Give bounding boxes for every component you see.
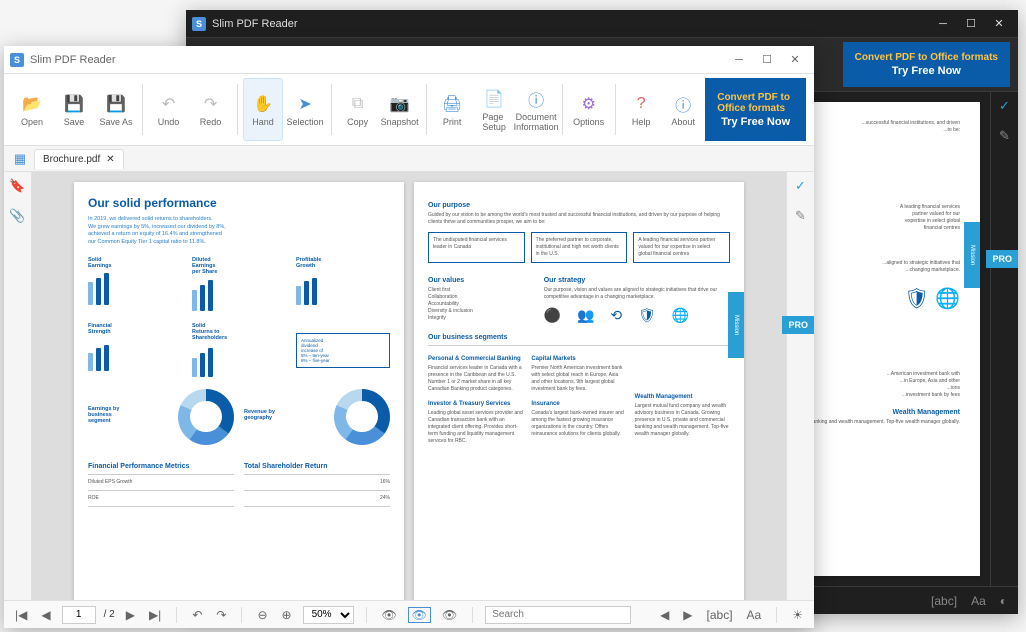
saveas-button[interactable]: 💾Save As bbox=[96, 78, 136, 141]
promo-title: Convert PDF to Office formats bbox=[855, 52, 998, 63]
font-icon[interactable]: Aa bbox=[968, 594, 989, 608]
document-viewport[interactable]: Our solid performance In 2019, we delive… bbox=[32, 172, 786, 600]
help-button[interactable]: ?Help bbox=[621, 78, 661, 141]
page-gear-icon: 📄 bbox=[483, 88, 505, 110]
right-sidebar: ✓ ✎ bbox=[990, 92, 1018, 586]
left-sidebar: 🔖 📎 bbox=[4, 172, 32, 600]
options-button[interactable]: ⚙Options bbox=[569, 78, 609, 141]
side-tab[interactable]: Mission bbox=[728, 292, 744, 358]
promo-cta: Try Free Now bbox=[721, 116, 790, 128]
copy-button[interactable]: ⧉Copy bbox=[338, 78, 378, 141]
side-tab[interactable]: Mission bbox=[964, 222, 980, 288]
document-tab[interactable]: Brochure.pdf ✕ bbox=[34, 149, 124, 169]
rotate-left-icon[interactable]: ↶ bbox=[189, 608, 205, 622]
gear-icon: ⚙ bbox=[578, 93, 600, 115]
question-icon: ? bbox=[630, 93, 652, 115]
selection-button[interactable]: ➤Selection bbox=[285, 78, 325, 141]
printer-icon: 🖨 bbox=[441, 93, 463, 115]
info-icon: ⓘ bbox=[525, 88, 547, 110]
tabstrip: ▦ Brochure.pdf ✕ bbox=[4, 146, 814, 172]
hand-icon: ✋ bbox=[252, 93, 274, 115]
pen-icon[interactable]: ✎ bbox=[791, 206, 811, 226]
pagesetup-button[interactable]: 📄Page Setup bbox=[474, 78, 514, 141]
attachment-icon[interactable]: 📎 bbox=[8, 206, 28, 226]
abc-icon[interactable]: [abc] bbox=[704, 608, 736, 622]
first-page-icon[interactable]: |◀ bbox=[12, 608, 30, 622]
undo-icon: ↶ bbox=[158, 93, 180, 115]
titlebar: S Slim PDF Reader ─ ☐ ✕ bbox=[4, 46, 814, 74]
save-button[interactable]: 💾Save bbox=[54, 78, 94, 141]
maximize-icon[interactable]: ☐ bbox=[964, 17, 978, 31]
search-input[interactable] bbox=[485, 606, 631, 624]
pen-icon[interactable]: ✎ bbox=[995, 126, 1015, 146]
promo-banner[interactable]: Convert PDF to Office formats Try Free N… bbox=[843, 42, 1010, 87]
promo-cta: Try Free Now bbox=[892, 65, 961, 77]
doc-page-2: Our purpose Guided by our vision to be a… bbox=[414, 182, 744, 600]
close-icon[interactable]: ✕ bbox=[992, 17, 1006, 31]
maximize-icon[interactable]: ☐ bbox=[760, 53, 774, 67]
promo-banner[interactable]: Convert PDF to Office formats Try Free N… bbox=[705, 78, 806, 141]
titlebar: S Slim PDF Reader ─ ☐ ✕ bbox=[186, 10, 1018, 38]
doc-page-1: Our solid performance In 2019, we delive… bbox=[74, 182, 404, 600]
intro-text: In 2019, we delivered solid returns to s… bbox=[88, 216, 390, 247]
app-title: Slim PDF Reader bbox=[30, 54, 116, 66]
app-icon: S bbox=[192, 17, 206, 31]
about-icon: ⓘ bbox=[672, 93, 694, 115]
nav-prev-icon[interactable]: ◀ bbox=[657, 608, 672, 622]
open-button[interactable]: 📂Open bbox=[12, 78, 52, 141]
prev-page-icon[interactable]: ◀ bbox=[38, 608, 53, 622]
contrast-icon[interactable]: ◐ bbox=[997, 594, 1010, 608]
rotate-right-icon[interactable]: ↷ bbox=[213, 608, 229, 622]
zoom-in-icon[interactable]: ⊕ bbox=[279, 608, 295, 622]
view-mode-2-icon[interactable]: 👁 bbox=[408, 607, 431, 623]
toolbar: 📂Open 💾Save 💾Save As ↶Undo ↷Redo ✋Hand ➤… bbox=[4, 74, 814, 146]
donut-chart-1 bbox=[178, 389, 234, 445]
view-mode-1-icon[interactable]: 👁 bbox=[379, 608, 400, 622]
promo-title: Convert PDF to Office formats bbox=[717, 92, 794, 114]
redo-icon: ↷ bbox=[200, 93, 222, 115]
window-light: S Slim PDF Reader ─ ☐ ✕ 📂Open 💾Save 💾Sav… bbox=[4, 46, 814, 628]
minimize-icon[interactable]: ─ bbox=[732, 53, 746, 67]
copy-icon: ⧉ bbox=[347, 93, 369, 115]
print-button[interactable]: 🖨Print bbox=[432, 78, 472, 141]
app-icon: S bbox=[10, 53, 24, 67]
donut-chart-2 bbox=[334, 389, 390, 445]
docinfo-button[interactable]: ⓘDocument Information bbox=[516, 78, 556, 141]
save-icon: 💾 bbox=[63, 93, 85, 115]
check-icon[interactable]: ✓ bbox=[995, 96, 1015, 116]
page-heading: Our solid performance bbox=[88, 196, 390, 210]
cursor-icon: ➤ bbox=[294, 93, 316, 115]
close-icon[interactable]: ✕ bbox=[788, 53, 802, 67]
tab-close-icon[interactable]: ✕ bbox=[106, 154, 114, 165]
check-icon[interactable]: ✓ bbox=[791, 176, 811, 196]
minimize-icon[interactable]: ─ bbox=[936, 17, 950, 31]
next-page-icon[interactable]: ▶ bbox=[123, 608, 138, 622]
pro-badge[interactable]: PRO bbox=[782, 316, 814, 334]
bookmark-icon[interactable]: 🔖 bbox=[8, 176, 28, 196]
nav-next-icon[interactable]: ▶ bbox=[680, 608, 695, 622]
undo-button[interactable]: ↶Undo bbox=[149, 78, 189, 141]
folder-open-icon: 📂 bbox=[21, 93, 43, 115]
app-title: Slim PDF Reader bbox=[212, 18, 298, 30]
tab-label: Brochure.pdf bbox=[43, 154, 100, 165]
pro-badge[interactable]: PRO bbox=[986, 250, 1018, 268]
hand-button[interactable]: ✋Hand bbox=[243, 78, 283, 141]
camera-icon: 📷 bbox=[389, 93, 411, 115]
snapshot-button[interactable]: 📷Snapshot bbox=[380, 78, 420, 141]
page-number-input[interactable] bbox=[62, 606, 96, 624]
statusbar: |◀ ◀ / 2 ▶ ▶| ↶ ↷ ⊖ ⊕ 50% 👁 👁 👁 ◀ ▶ [abc… bbox=[4, 600, 814, 628]
redo-button[interactable]: ↷Redo bbox=[191, 78, 231, 141]
saveas-icon: 💾 bbox=[105, 93, 127, 115]
zoom-out-icon[interactable]: ⊖ bbox=[254, 608, 270, 622]
right-sidebar: ✓ ✎ bbox=[786, 172, 814, 600]
about-button[interactable]: ⓘAbout bbox=[663, 78, 703, 141]
last-page-icon[interactable]: ▶| bbox=[146, 608, 164, 622]
thumbnails-icon[interactable]: ▦ bbox=[10, 149, 30, 169]
font-icon[interactable]: Aa bbox=[744, 608, 765, 622]
abc-icon[interactable]: [abc] bbox=[928, 594, 960, 608]
page-total: / 2 bbox=[104, 609, 115, 620]
brightness-icon[interactable]: ☀ bbox=[789, 608, 806, 622]
zoom-select[interactable]: 50% bbox=[303, 606, 354, 624]
view-mode-3-icon[interactable]: 👁 bbox=[439, 608, 460, 622]
